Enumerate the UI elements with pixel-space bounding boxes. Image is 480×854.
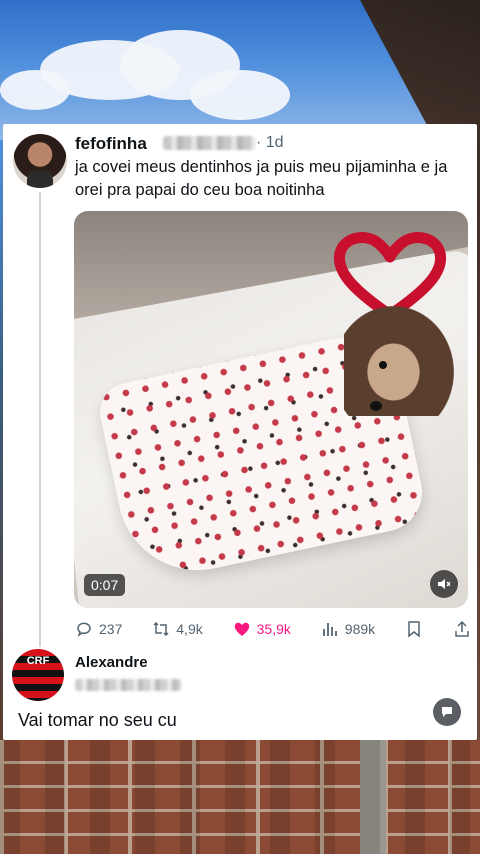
bookmark-icon <box>408 621 420 638</box>
reply-author-name[interactable]: Alexandre <box>75 654 148 671</box>
bookmark-button[interactable] <box>405 620 423 638</box>
views-count: 989k <box>344 621 376 637</box>
reply-text: Vai tomar no seu cu <box>18 710 177 730</box>
heart-icon <box>234 622 249 636</box>
retweet-button[interactable]: 4,9k <box>152 620 203 638</box>
reply-author-handle-blurred <box>75 679 181 691</box>
share-button[interactable] <box>453 620 471 638</box>
video-duration: 0:07 <box>84 574 126 596</box>
mute-icon[interactable] <box>430 570 458 598</box>
like-count: 35,9k <box>256 621 291 637</box>
reply-action-icon[interactable] <box>433 698 461 726</box>
thread-line <box>39 192 41 647</box>
author-handle-blurred <box>163 136 255 150</box>
tweet-card: fefofinha · 1d ja covei meus dentinhos j… <box>3 124 477 740</box>
author-name[interactable]: fefofinha <box>75 134 147 154</box>
reply-count: 237 <box>99 621 123 637</box>
tweet-text: ja covei meus dentinhos ja puis meu pija… <box>75 158 448 199</box>
reply-button[interactable]: 237 <box>75 620 122 638</box>
views-icon <box>322 623 337 636</box>
author-avatar[interactable] <box>13 134 67 188</box>
tweet-actions: 237 4,9k 35,9k 989k <box>75 618 471 640</box>
reply-author-avatar[interactable]: CRF <box>12 649 64 701</box>
share-icon <box>455 620 469 637</box>
views-button[interactable]: 989k <box>321 620 375 638</box>
brick-wall-background <box>0 740 480 854</box>
tweet-video[interactable]: 0:07 <box>74 211 468 608</box>
tweet-time[interactable]: · 1d <box>256 134 284 152</box>
retweet-icon <box>153 621 169 637</box>
reply-icon <box>77 622 91 637</box>
like-button[interactable]: 35,9k <box>233 620 291 638</box>
sky-background <box>0 0 480 140</box>
retweet-count: 4,9k <box>176 621 203 637</box>
